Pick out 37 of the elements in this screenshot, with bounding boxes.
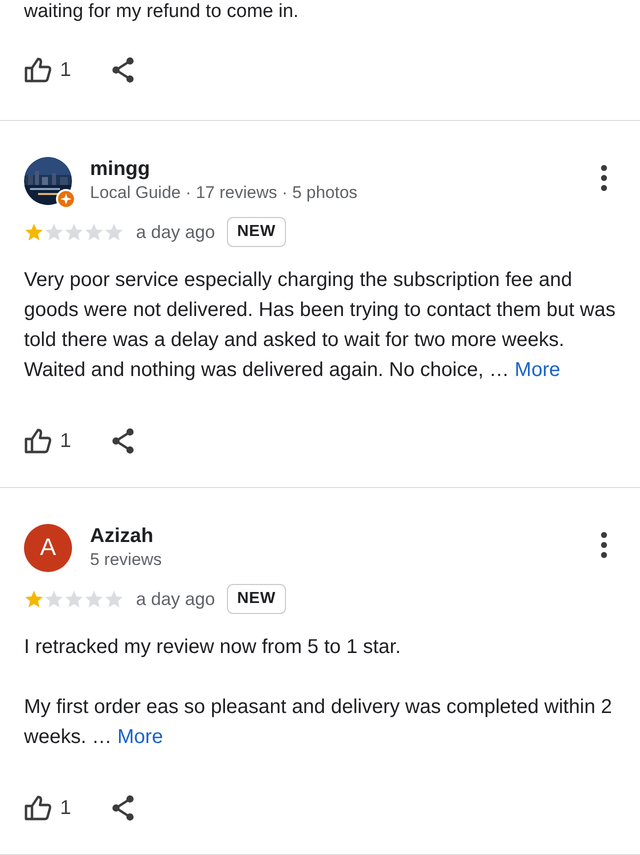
thumbs-up-icon	[24, 428, 52, 454]
review-time: a day ago	[136, 588, 216, 611]
star-icon	[84, 589, 104, 609]
reviewer-meta: 5 reviews	[90, 549, 163, 571]
review-text: Very poor service especially charging the subscription fee and goods were not delivered. Has been trying to contact them but was told there was a delay and asked to wait for two more weeks. Waited and nothing was delivered again. No choice, … More	[24, 268, 616, 383]
review-text: My first order eas so pleasant and delivery was completed within 2 weeks. … More	[24, 695, 614, 750]
share-button[interactable]	[111, 57, 136, 83]
share-icon	[111, 795, 136, 821]
reviewer-name[interactable]: mingg	[90, 157, 592, 181]
star-icon	[64, 222, 84, 242]
share-icon	[111, 57, 136, 83]
share-button[interactable]	[111, 795, 136, 821]
like-button[interactable]: 1	[24, 793, 72, 823]
share-button[interactable]	[111, 428, 136, 454]
thumbs-up-icon	[24, 57, 52, 83]
star-icon	[24, 589, 44, 609]
more-link[interactable]: More	[117, 726, 163, 748]
reviewer-meta: Local Guide · 17 reviews · 5 photos	[90, 182, 358, 204]
review-text: I retracked my review now from 5 to 1 star.	[24, 635, 402, 660]
reviewer-name[interactable]: Azizah	[90, 524, 592, 548]
star-icon	[44, 222, 64, 242]
like-button[interactable]: 1	[24, 55, 72, 85]
more-link[interactable]: More	[514, 359, 560, 381]
star-icon	[104, 222, 124, 242]
share-icon	[111, 428, 136, 454]
avatar: A	[24, 524, 72, 572]
star-icon	[44, 589, 64, 609]
like-button[interactable]: 1	[24, 426, 72, 456]
new-badge: NEW	[227, 584, 286, 614]
thumbs-up-icon	[24, 795, 52, 821]
star-icon	[104, 589, 124, 609]
new-badge: NEW	[227, 217, 286, 247]
review-text: waiting for my refund to come in.	[23, 0, 300, 24]
star-icon	[24, 222, 44, 242]
star-icon	[84, 222, 104, 242]
review-time: a day ago	[136, 220, 216, 244]
star-icon	[64, 589, 84, 609]
